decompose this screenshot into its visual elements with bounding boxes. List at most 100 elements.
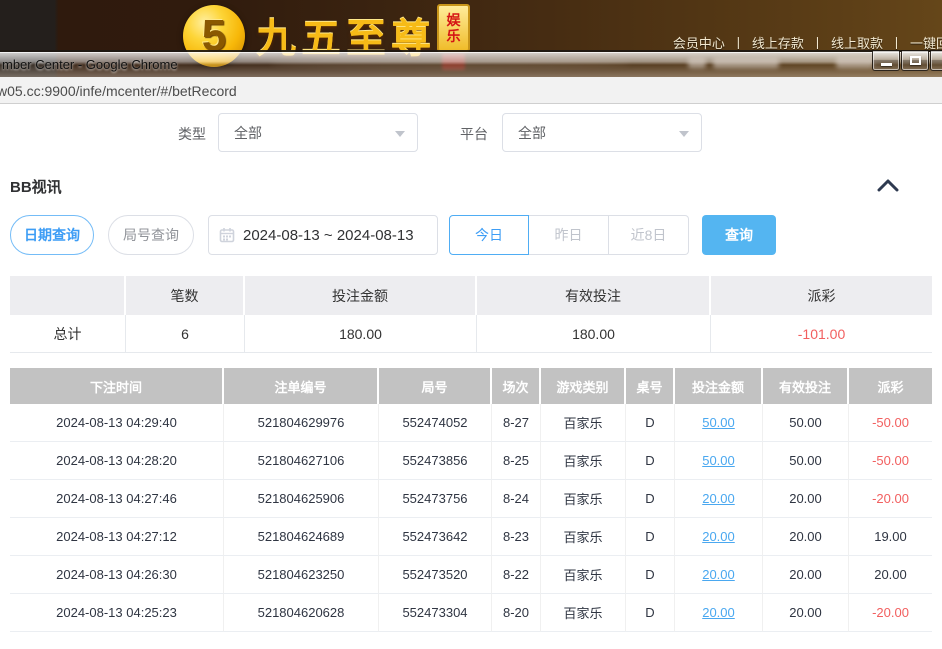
table-cell: 521804624689 [224,518,379,556]
table-cell: 8-20 [492,594,541,632]
table-row: 2024-08-13 04:29:40521804629976552474052… [10,404,932,442]
window-titlebar: mber Center - Google Chrome [0,50,942,77]
bet-amount-link[interactable]: 20.00 [675,518,763,556]
bet-record-table: 下注时间 注单编号 局号 场次 游戏类别 桌号 投注金额 有效投注 派彩 202… [10,368,932,632]
header-session: 场次 [492,368,541,404]
summary-table: 笔数 投注金额 有效投注 派彩 总计 6 180.00 180.00 -101.… [10,276,932,353]
maximize-button[interactable] [901,50,929,71]
summary-header-cell: 派彩 [711,276,932,315]
table-row: 2024-08-13 04:27:12521804624689552473642… [10,518,932,556]
table-cell: 552473856 [379,442,492,480]
summary-header-cell: 笔数 [126,276,245,315]
table-cell: 552473756 [379,480,492,518]
table-cell: 50.00 [763,404,849,442]
header-order-no: 注单编号 [224,368,379,404]
table-cell: 8-27 [492,404,541,442]
maximize-icon [910,56,921,65]
date-query-tab[interactable]: 日期查询 [10,215,94,255]
table-cell: -20.00 [849,594,932,632]
table-cell: 8-25 [492,442,541,480]
table-cell: 2024-08-13 04:27:46 [10,480,224,518]
bet-amount-link[interactable]: 20.00 [675,556,763,594]
bet-amount-link[interactable]: 50.00 [675,442,763,480]
summary-total-row: 总计 6 180.00 180.00 -101.00 [10,315,932,353]
blurred-info [836,56,874,68]
table-cell: 8-22 [492,556,541,594]
date-range-value: 2024-08-13 ~ 2024-08-13 [243,227,414,244]
header-table-no: 桌号 [626,368,675,404]
table-cell: D [626,518,675,556]
close-button[interactable] [930,50,942,71]
query-toolbar: 日期查询 局号查询 2024-08-13 ~ 2024-08-13 今日 昨日 … [0,215,942,255]
platform-filter-label: 平台 [460,124,488,144]
table-cell: 2024-08-13 04:29:40 [10,404,224,442]
nav-separator: 丨 [890,36,903,51]
table-row: 2024-08-13 04:28:20521804627106552473856… [10,442,932,480]
header-round-no: 局号 [379,368,492,404]
type-filter-label: 类型 [178,124,206,144]
bet-record-page: 类型 全部 平台 全部 BB视讯 日期查询 局号查询 2024-08-13 ~ … [0,105,942,649]
type-select-value: 全部 [234,123,262,143]
blurred-account-label [688,57,706,68]
table-cell: -50.00 [849,442,932,480]
header-bet-time: 下注时间 [10,368,224,404]
quick-range-group: 今日 昨日 近8日 [449,215,689,255]
last-8-days-button[interactable]: 近8日 [609,215,689,255]
table-cell: 521804625906 [224,480,379,518]
table-cell: D [626,556,675,594]
nav-member-center[interactable]: 会员中心 [673,36,725,51]
bet-amount-link[interactable]: 20.00 [675,480,763,518]
chevron-down-icon [679,131,689,137]
chevron-down-icon [395,131,405,137]
table-cell: 50.00 [763,442,849,480]
table-cell: -20.00 [849,480,932,518]
summary-bet-amount: 180.00 [245,315,477,353]
table-cell: 20.00 [849,556,932,594]
address-bar[interactable]: w05.cc:9900/infe/mcenter/#/betRecord [0,77,942,104]
table-row: 2024-08-13 04:25:23521804620628552473304… [10,594,932,632]
calendar-icon [219,227,235,243]
badge-char: 乐 [447,28,461,44]
summary-header-cell [10,276,126,315]
table-row: 2024-08-13 04:27:46521804625906552473756… [10,480,932,518]
nav-one-key[interactable]: 一键回 [910,36,942,51]
section-title: BB视讯 [10,176,62,197]
table-cell: 百家乐 [541,556,626,594]
type-select[interactable]: 全部 [218,113,418,152]
header-game-type: 游戏类别 [541,368,626,404]
today-button[interactable]: 今日 [449,215,529,255]
table-cell: 552473642 [379,518,492,556]
table-cell: 20.00 [763,480,849,518]
table-cell: 521804627106 [224,442,379,480]
table-cell: 521804623250 [224,556,379,594]
url-text[interactable]: w05.cc:9900/infe/mcenter/#/betRecord [0,83,237,99]
summary-header-cell: 投注金额 [245,276,477,315]
header-valid-bet: 有效投注 [763,368,849,404]
platform-select[interactable]: 全部 [502,113,702,152]
header-bet-amount: 投注金额 [675,368,763,404]
table-row: 2024-08-13 04:26:30521804623250552473520… [10,556,932,594]
round-query-tab[interactable]: 局号查询 [108,215,194,255]
minimize-icon [881,63,892,66]
yesterday-button[interactable]: 昨日 [529,215,609,255]
nav-separator: 丨 [732,36,745,51]
table-cell: 521804620628 [224,594,379,632]
bet-table-body: 2024-08-13 04:29:40521804629976552474052… [10,404,932,632]
date-range-input[interactable]: 2024-08-13 ~ 2024-08-13 [208,215,438,255]
table-cell: 552474052 [379,404,492,442]
chevron-up-icon [876,177,900,195]
blurred-account-value [713,57,779,68]
bet-amount-link[interactable]: 20.00 [675,594,763,632]
summary-payout: -101.00 [711,315,932,353]
table-cell: 20.00 [763,594,849,632]
window-controls [871,50,942,71]
search-button[interactable]: 查询 [702,215,776,255]
table-cell: 521804629976 [224,404,379,442]
nav-online-deposit[interactable]: 线上存款 [752,36,804,51]
window-title: mber Center - Google Chrome [2,57,178,72]
table-cell: 百家乐 [541,442,626,480]
bet-amount-link[interactable]: 50.00 [675,404,763,442]
collapse-section-button[interactable] [876,177,900,195]
nav-online-withdraw[interactable]: 线上取款 [831,36,883,51]
minimize-button[interactable] [872,50,900,71]
